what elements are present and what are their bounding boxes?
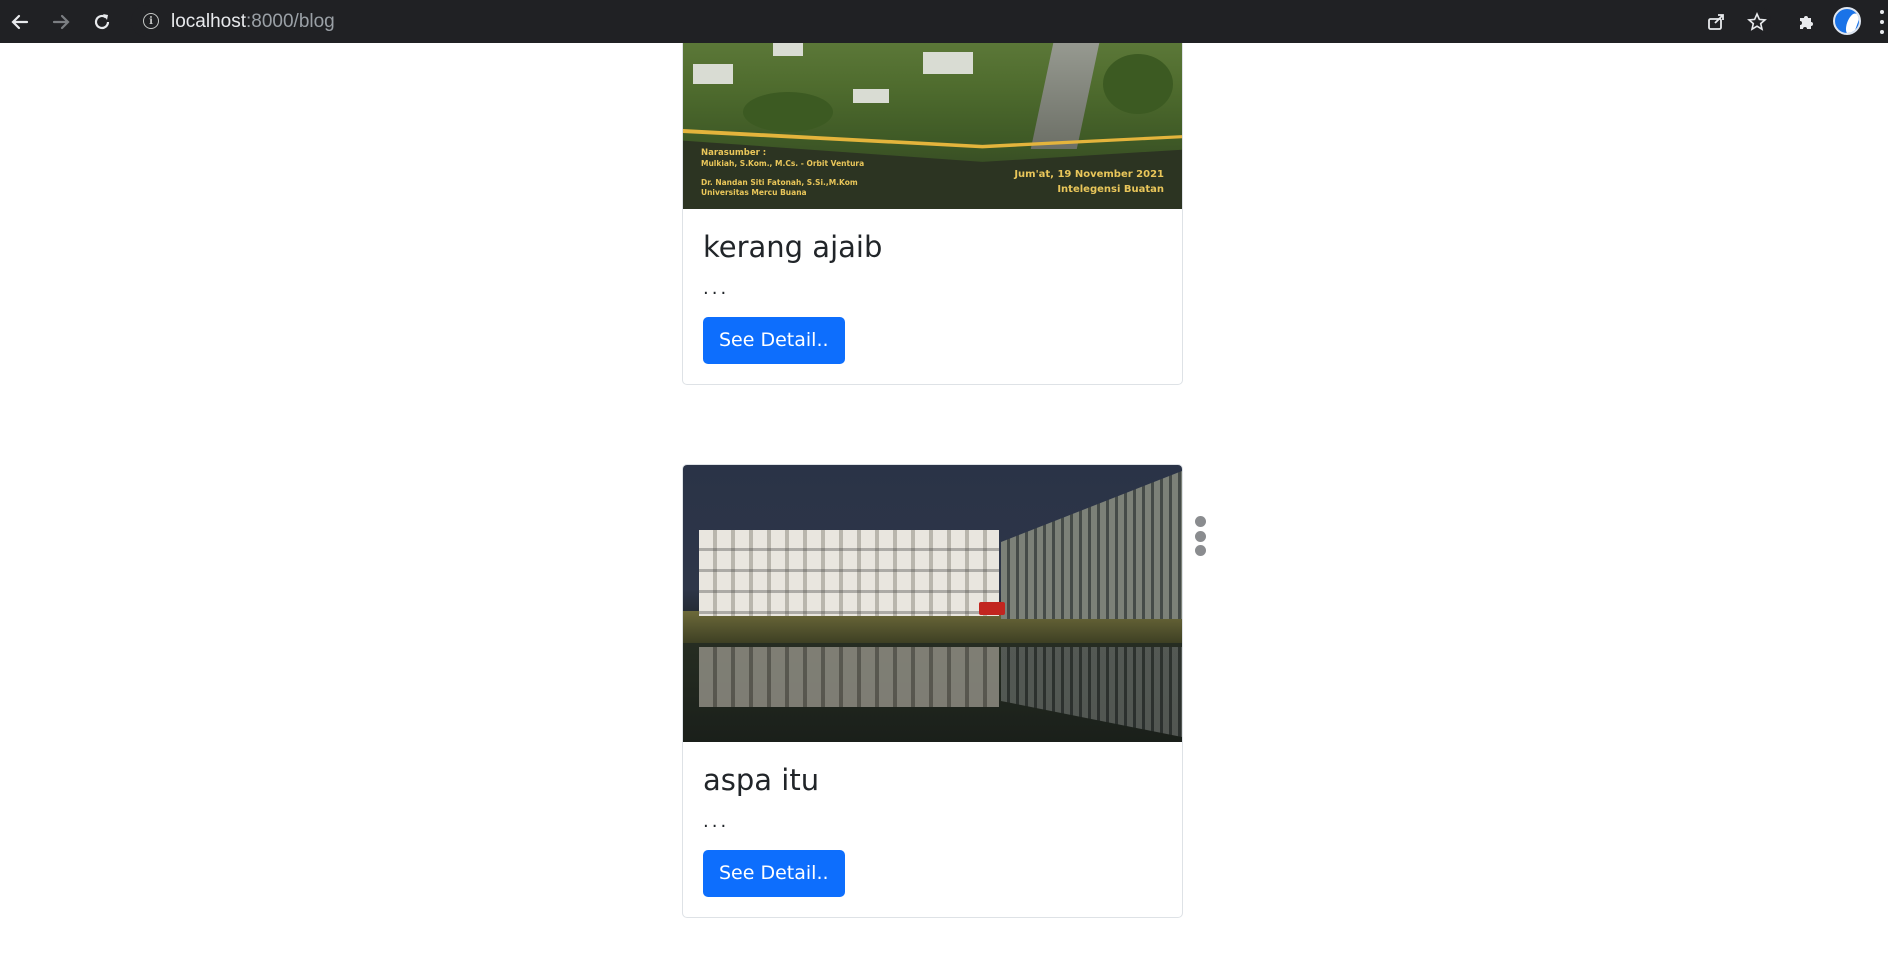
star-icon[interactable] [1743, 8, 1771, 36]
see-detail-button[interactable]: See Detail.. [703, 850, 845, 897]
post-card: Narasumber : Mulkiah, S.Kom., M.Cs. - Or… [682, 43, 1183, 385]
see-detail-button[interactable]: See Detail.. [703, 317, 845, 364]
page-content: Narasumber : Mulkiah, S.Kom., M.Cs. - Or… [0, 43, 1888, 979]
post-title: kerang ajaib [703, 230, 883, 264]
puzzle-icon[interactable] [1792, 8, 1820, 36]
card-body: kerang ajaib ... See Detail.. [683, 209, 1182, 384]
post-excerpt: ... [703, 278, 730, 299]
forward-arrow-icon[interactable] [47, 8, 75, 36]
browser-menu-icon[interactable] [1880, 10, 1888, 34]
poster-date: Jum'at, 19 November 2021 [1014, 169, 1164, 180]
url-text[interactable]: localhost:8000/blog [171, 11, 335, 33]
url-host: localhost [171, 11, 246, 32]
more-options-icon[interactable] [1193, 516, 1207, 556]
post-card: aspa itu ... See Detail.. [682, 464, 1183, 918]
poster-topic: Intelegensi Buatan [1057, 184, 1164, 195]
post-image: Narasumber : Mulkiah, S.Kom., M.Cs. - Or… [683, 43, 1182, 209]
reload-icon[interactable] [88, 8, 116, 36]
info-icon[interactable]: i [143, 13, 159, 29]
share-icon[interactable] [1702, 8, 1730, 36]
back-arrow-icon[interactable] [6, 8, 34, 36]
card-body: aspa itu ... See Detail.. [683, 742, 1182, 917]
profile-avatar-icon[interactable] [1833, 7, 1861, 35]
post-image [683, 465, 1182, 742]
poster-speaker-1: Mulkiah, S.Kom., M.Cs. - Orbit Ventura [701, 159, 865, 168]
url-path: :8000/blog [246, 11, 335, 32]
post-excerpt: ... [703, 811, 730, 832]
address-bar[interactable]: i localhost:8000/blog [131, 5, 1771, 37]
poster-speaker-2-org: Universitas Mercu Buana [701, 188, 807, 197]
post-title: aspa itu [703, 763, 820, 797]
browser-toolbar: i localhost:8000/blog [0, 0, 1888, 43]
